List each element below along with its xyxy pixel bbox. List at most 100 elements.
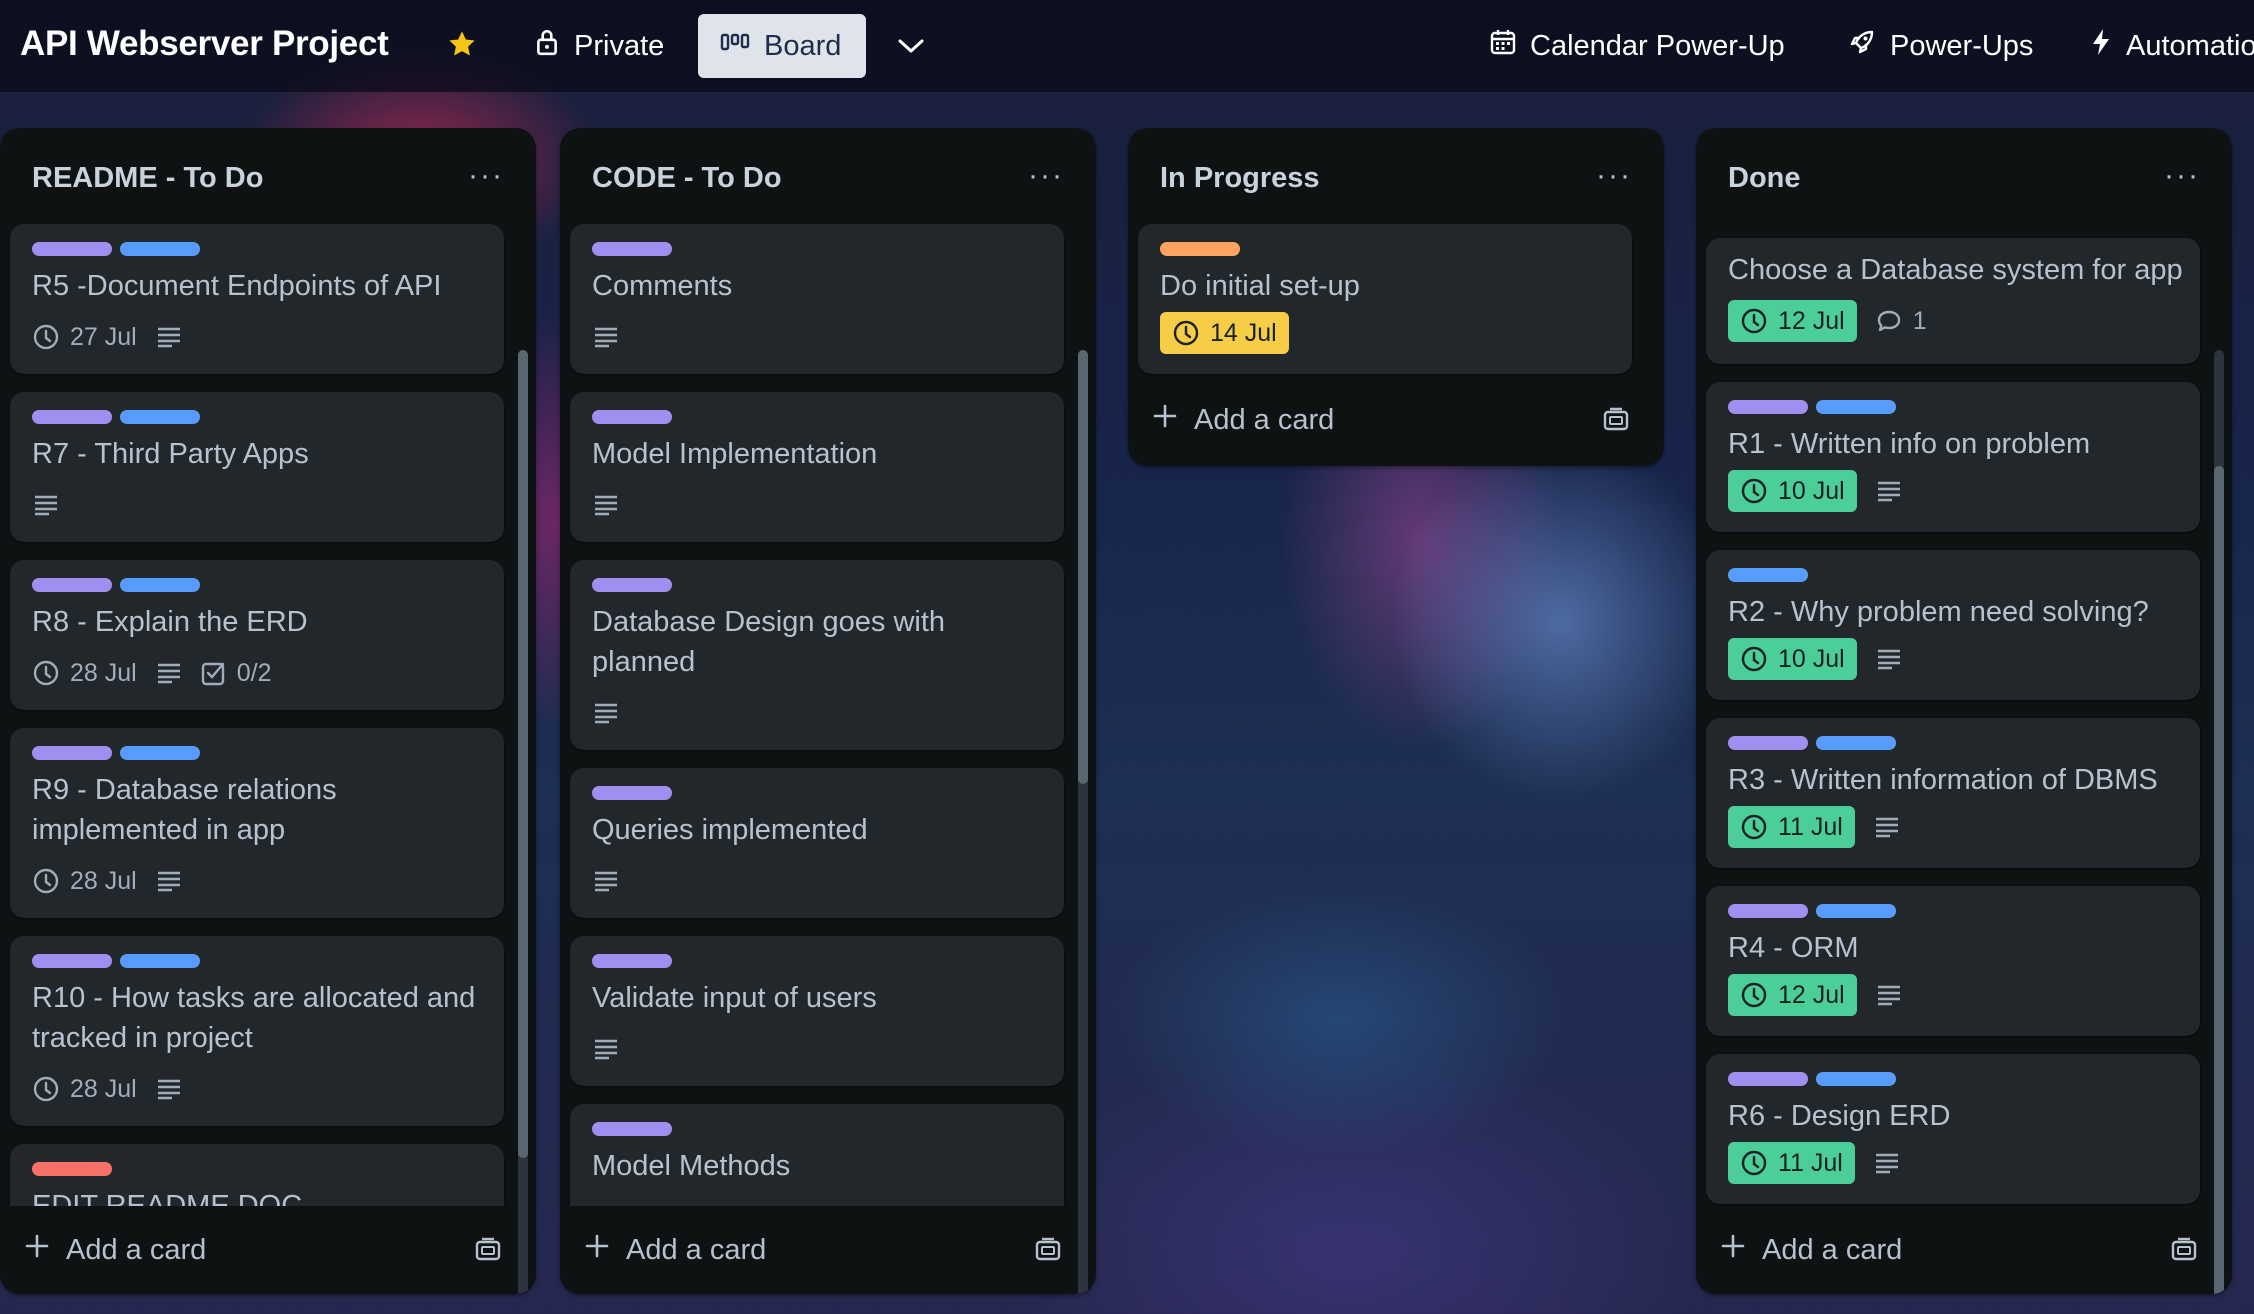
comments-badge: 1	[1875, 300, 1927, 342]
card-template-icon[interactable]	[2162, 1228, 2206, 1272]
clock-icon	[1740, 477, 1768, 505]
label-purple[interactable]	[1728, 1072, 1808, 1086]
card[interactable]: R3 - Written information of DBMS 11 Jul	[1706, 718, 2200, 868]
card-badges	[592, 484, 620, 526]
due-date-badge[interactable]: 28 Jul	[32, 652, 137, 694]
due-date-badge[interactable]: 10 Jul	[1728, 470, 1857, 512]
views-dropdown-button[interactable]	[884, 14, 938, 78]
card[interactable]: R4 - ORM 12 Jul	[1706, 886, 2200, 1036]
card-template-icon[interactable]	[466, 1228, 510, 1272]
star-icon[interactable]	[446, 28, 480, 62]
label-purple[interactable]	[32, 746, 112, 760]
label-blue[interactable]	[1816, 1072, 1896, 1086]
due-date-badge[interactable]: 10 Jul	[1728, 638, 1857, 680]
due-date-badge[interactable]: 28 Jul	[32, 1068, 137, 1110]
list-scrollbar[interactable]	[518, 350, 528, 1294]
card-labels	[1160, 242, 1240, 256]
card-labels	[592, 410, 672, 424]
card[interactable]: R7 - Third Party Apps	[10, 392, 504, 542]
card[interactable]: R6 - Design ERD 11 Jul	[1706, 1054, 2200, 1204]
card[interactable]: Queries implemented	[570, 768, 1064, 918]
label-blue[interactable]	[1816, 904, 1896, 918]
clock-icon	[1740, 645, 1768, 673]
card[interactable]: R10 - How tasks are allocated and tracke…	[10, 936, 504, 1126]
list-menu-button[interactable]: ···	[2160, 154, 2204, 198]
card-template-icon[interactable]	[1026, 1228, 1070, 1272]
list-title[interactable]: CODE - To Do	[592, 162, 782, 195]
add-card-label: Add a card	[1194, 403, 1335, 436]
board-view-button[interactable]: Board	[698, 14, 866, 78]
list-menu-button[interactable]: ···	[1024, 154, 1068, 198]
card-template-icon[interactable]	[1594, 398, 1638, 442]
due-date-badge[interactable]: 14 Jul	[1160, 312, 1289, 354]
card[interactable]: Comments	[570, 224, 1064, 374]
label-purple[interactable]	[32, 954, 112, 968]
card[interactable]: R5 -Document Endpoints of API 27 Jul	[10, 224, 504, 374]
add-card-button[interactable]: Add a card	[10, 1218, 504, 1282]
label-purple[interactable]	[592, 1122, 672, 1136]
card[interactable]: Validate input of users	[570, 936, 1064, 1086]
powerups-button[interactable]: Power-Ups	[1836, 14, 2045, 78]
add-card-label: Add a card	[626, 1233, 767, 1266]
description-icon	[32, 484, 60, 526]
list-scrollbar[interactable]	[2214, 350, 2224, 1294]
card[interactable]: Do initial set-up 14 Jul	[1138, 224, 1632, 374]
label-blue[interactable]	[120, 578, 200, 592]
due-date-text: 10 Jul	[1778, 644, 1845, 673]
label-purple[interactable]	[592, 786, 672, 800]
label-blue[interactable]	[120, 242, 200, 256]
add-card-button[interactable]: Add a card	[570, 1218, 1064, 1282]
label-purple[interactable]	[1728, 904, 1808, 918]
scrollbar-thumb[interactable]	[2214, 466, 2224, 1294]
label-purple[interactable]	[592, 954, 672, 968]
list-menu-button[interactable]: ···	[464, 154, 508, 198]
add-card-button[interactable]: Add a card	[1706, 1218, 2200, 1282]
board-title[interactable]: API Webserver Project	[20, 24, 389, 64]
label-purple[interactable]	[592, 242, 672, 256]
label-blue[interactable]	[1816, 400, 1896, 414]
card[interactable]: R8 - Explain the ERD 28 Jul 0/2	[10, 560, 504, 710]
label-purple[interactable]	[32, 410, 112, 424]
label-blue[interactable]	[120, 410, 200, 424]
card-badges: 11 Jul	[1728, 806, 1901, 848]
calendar-powerup-button[interactable]: Calendar Power-Up	[1478, 14, 1797, 78]
label-blue[interactable]	[120, 954, 200, 968]
card[interactable]: Model Implementation	[570, 392, 1064, 542]
automation-button[interactable]: Automation	[2078, 14, 2254, 78]
list-menu-button[interactable]: ···	[1592, 154, 1636, 198]
label-blue[interactable]	[120, 746, 200, 760]
list-title[interactable]: Done	[1728, 162, 1801, 195]
list-title[interactable]: In Progress	[1160, 162, 1320, 195]
description-icon	[592, 484, 620, 526]
label-orange[interactable]	[1160, 242, 1240, 256]
add-card-button[interactable]: Add a card	[1138, 388, 1632, 452]
due-date-badge[interactable]: 11 Jul	[1728, 1142, 1855, 1184]
due-date-badge[interactable]: 28 Jul	[32, 860, 137, 902]
card-badges: 12 Jul 1	[1728, 300, 1927, 342]
card-title: Model Methods	[592, 1150, 791, 1182]
list-title[interactable]: README - To Do	[32, 162, 263, 195]
label-red[interactable]	[32, 1162, 112, 1176]
card[interactable]: R9 - Database relations implemented in a…	[10, 728, 504, 918]
list-scrollbar[interactable]	[1078, 350, 1088, 1294]
scrollbar-thumb[interactable]	[1078, 350, 1088, 784]
due-date-badge[interactable]: 12 Jul	[1728, 974, 1857, 1016]
label-purple[interactable]	[592, 578, 672, 592]
label-purple[interactable]	[32, 578, 112, 592]
due-date-badge[interactable]: 27 Jul	[32, 316, 137, 358]
label-purple[interactable]	[32, 242, 112, 256]
card[interactable]: Database Design goes with planned	[570, 560, 1064, 750]
card-labels	[32, 242, 200, 256]
due-date-badge[interactable]: 12 Jul	[1728, 300, 1857, 342]
label-blue[interactable]	[1728, 568, 1808, 582]
label-purple[interactable]	[1728, 736, 1808, 750]
card[interactable]: R2 - Why problem need solving? 10 Jul	[1706, 550, 2200, 700]
label-purple[interactable]	[592, 410, 672, 424]
label-blue[interactable]	[1816, 736, 1896, 750]
card[interactable]: R1 - Written info on problem 10 Jul	[1706, 382, 2200, 532]
scrollbar-thumb[interactable]	[518, 350, 528, 1158]
due-date-badge[interactable]: 11 Jul	[1728, 806, 1855, 848]
visibility-button[interactable]: Private	[522, 14, 676, 78]
card[interactable]: Choose a Database system for app 12 Jul …	[1706, 238, 2200, 364]
label-purple[interactable]	[1728, 400, 1808, 414]
